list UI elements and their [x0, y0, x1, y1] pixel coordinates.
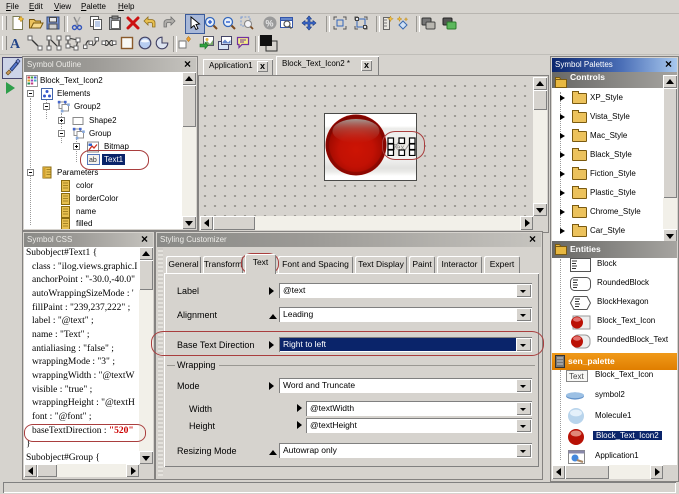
svg-text:%: % [266, 19, 274, 29]
svg-text:A: A [10, 37, 21, 51]
svg-text:Text: Text [569, 372, 584, 381]
